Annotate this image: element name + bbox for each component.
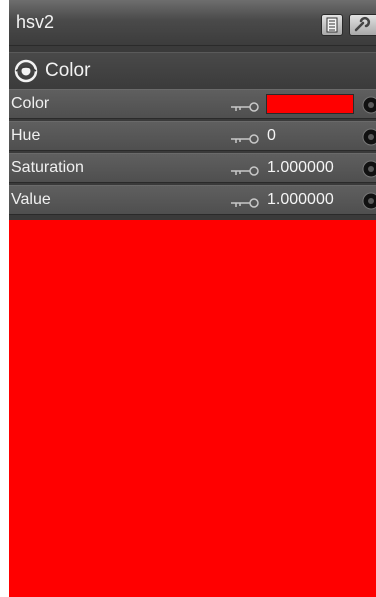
param-label-hue: Hue (11, 127, 41, 144)
panel-titlebar: hsv2 (9, 0, 376, 46)
hsv2-panel: hsv2 Color Color Hue 0 Saturation 1.0000… (9, 0, 376, 597)
param-label-value: Value (11, 191, 51, 208)
param-label-saturation: Saturation (11, 159, 84, 176)
wrench-icon (350, 15, 376, 35)
param-value-hue[interactable]: 0 (267, 127, 276, 145)
key-icon[interactable] (230, 164, 260, 182)
key-icon[interactable] (230, 132, 260, 150)
param-row-saturation: Saturation 1.000000 (9, 153, 376, 183)
param-row-hue: Hue 0 (9, 121, 376, 151)
connector-knob-icon[interactable] (361, 159, 376, 184)
wrench-button[interactable] (349, 14, 376, 36)
color-swatch[interactable] (266, 94, 354, 114)
section-label: Color (45, 60, 91, 81)
panel-title: hsv2 (16, 12, 55, 32)
param-value-value[interactable]: 1.000000 (267, 191, 334, 209)
connector-knob-icon[interactable] (361, 191, 376, 216)
connector-knob-icon[interactable] (361, 127, 376, 152)
param-row-value: Value 1.000000 (9, 185, 376, 215)
param-value-saturation[interactable]: 1.000000 (267, 159, 334, 177)
document-button[interactable] (321, 14, 343, 36)
connector-knob-icon[interactable] (361, 95, 376, 120)
color-preview (9, 220, 376, 597)
document-icon (322, 15, 342, 35)
param-label-color: Color (11, 95, 50, 112)
eye-icon (13, 59, 39, 88)
key-icon[interactable] (230, 100, 260, 118)
key-icon[interactable] (230, 196, 260, 214)
param-row-color: Color (9, 89, 376, 119)
color-section-header[interactable]: Color (9, 52, 376, 90)
